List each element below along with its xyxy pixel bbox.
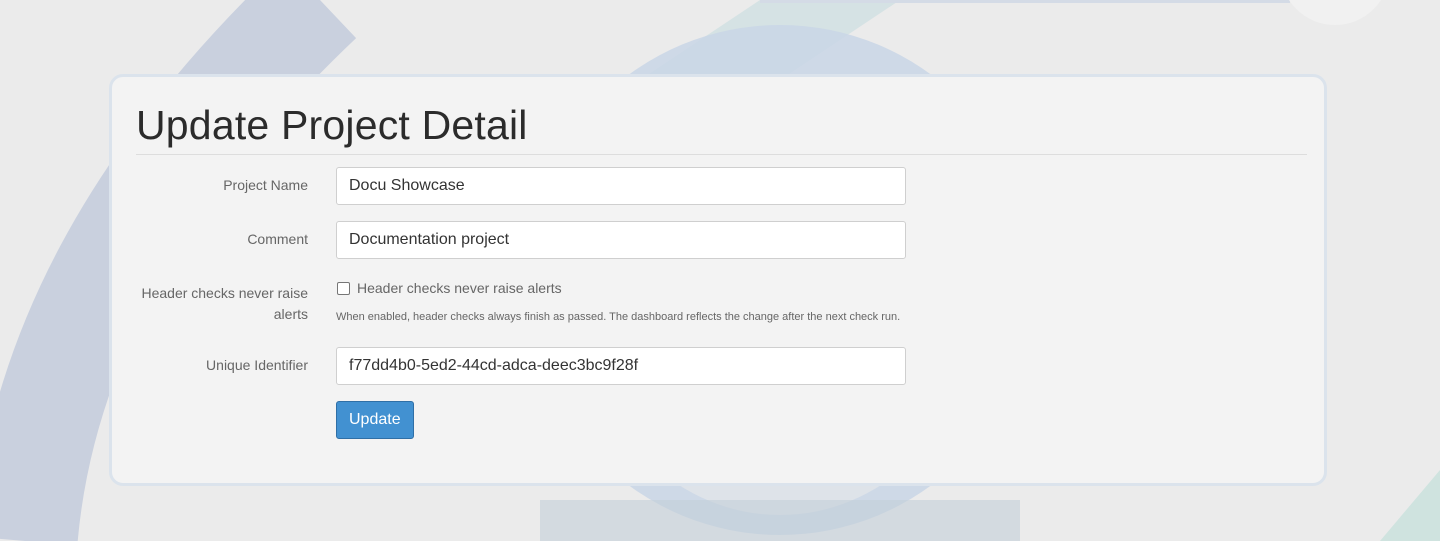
header-checks-label-line2: alerts — [273, 306, 308, 322]
header-checks-label: Header checks never raise alerts — [136, 283, 308, 325]
header-checks-label-line1: Header checks never raise — [141, 285, 308, 301]
project-name-label: Project Name — [223, 177, 308, 193]
project-name-input[interactable] — [336, 167, 906, 205]
unique-identifier-label: Unique Identifier — [206, 357, 308, 373]
header-checks-checkbox[interactable] — [337, 281, 350, 295]
update-button[interactable]: Update — [336, 401, 414, 439]
title-divider — [136, 154, 1307, 155]
unique-identifier-input[interactable] — [336, 347, 906, 385]
header-checks-help-text: When enabled, header checks always finis… — [336, 311, 901, 323]
page-title: Update Project Detail — [136, 102, 528, 148]
comment-label: Comment — [247, 231, 308, 247]
comment-input[interactable] — [336, 221, 906, 259]
update-project-card: Update Project Detail Project Name Comme… — [109, 74, 1327, 486]
header-checks-checkbox-row[interactable]: Header checks never raise alerts — [336, 278, 562, 298]
header-checks-checkbox-label[interactable]: Header checks never raise alerts — [357, 278, 562, 298]
